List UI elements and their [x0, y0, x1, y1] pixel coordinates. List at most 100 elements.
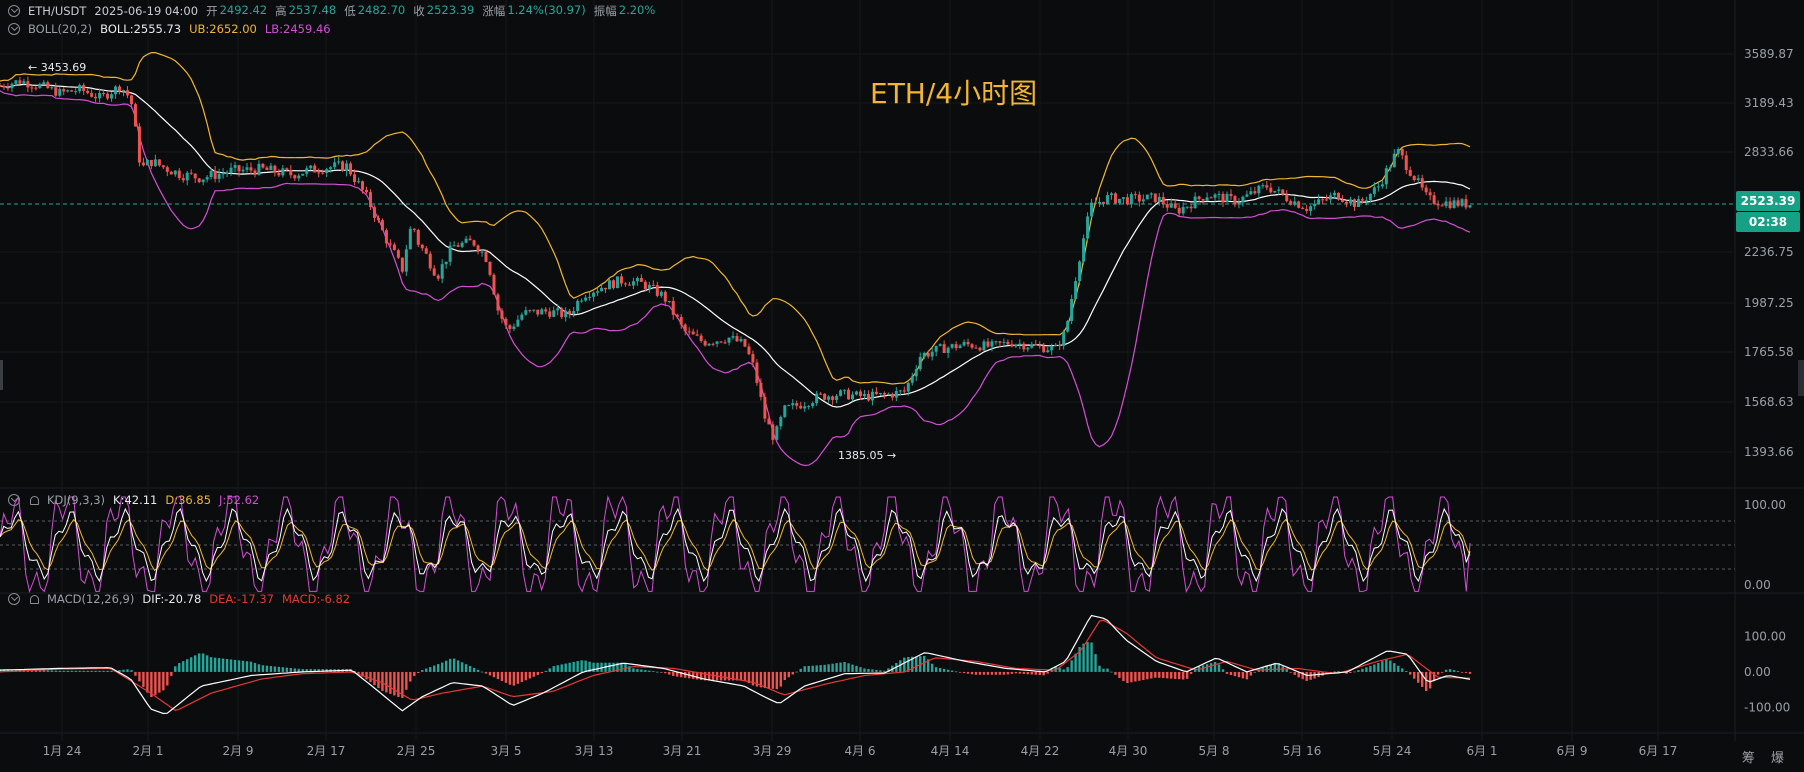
boll-name[interactable]: BOLL(20,2)	[28, 22, 92, 36]
macd-histogram-bar	[795, 671, 798, 673]
candle-body	[532, 309, 536, 311]
macd-histogram-bar	[405, 671, 408, 690]
candle-body	[114, 86, 118, 95]
candle-body	[775, 426, 779, 440]
candle-body	[1321, 199, 1325, 201]
candle-body	[516, 319, 520, 327]
macd-histogram-bar	[1233, 671, 1237, 677]
macd-histogram-bar	[297, 668, 300, 672]
candle-body	[584, 297, 588, 301]
candle-body	[285, 168, 289, 170]
candle-body	[950, 344, 954, 348]
candle-body	[1193, 196, 1197, 209]
boll-ub: UB:2652.00	[189, 22, 257, 36]
candle-body	[858, 391, 862, 397]
candle-body	[440, 264, 444, 279]
candle-body	[309, 165, 313, 169]
x-tick-label: 2月 25	[397, 744, 436, 758]
candle-body	[86, 90, 90, 94]
macd-histogram-bar	[1448, 669, 1452, 672]
candle-body	[1229, 193, 1233, 197]
candle-body	[1249, 191, 1253, 195]
macd-histogram-bar	[1094, 654, 1097, 672]
macd-histogram-bar	[779, 671, 783, 687]
kdj-tick-label: 100.00	[1744, 498, 1786, 512]
candle-body	[1273, 190, 1277, 193]
candle-body	[695, 334, 699, 336]
candle-body	[317, 172, 321, 174]
macd-histogram-bar	[1381, 661, 1384, 672]
candle-body	[305, 168, 309, 174]
macd-histogram-bar	[281, 667, 285, 672]
x-tick-label: 2月 1	[132, 744, 163, 758]
macd-histogram-bar	[62, 670, 65, 672]
candle-body	[2, 85, 6, 88]
candle-body	[902, 390, 906, 392]
macd-histogram-bar	[1217, 664, 1221, 672]
kline-chart[interactable]: 100.00 0.00 100.00 0.00 -100.00 1月 24 2月 1 2月…	[0, 0, 1804, 772]
macd-histogram-bar	[373, 671, 376, 686]
candle-body	[520, 314, 524, 320]
macd-histogram-bar	[946, 669, 950, 672]
candle-body	[121, 90, 125, 92]
macd-histogram-bar	[783, 671, 786, 681]
kdj-name[interactable]: KDJ(9,3,3)	[47, 493, 105, 507]
candle-body	[1054, 345, 1058, 347]
x-tick-label: 3月 5	[490, 744, 521, 758]
macd-histogram-bar	[1018, 671, 1022, 674]
macd-histogram-bar	[488, 671, 492, 676]
chevron-down-icon[interactable]	[8, 593, 20, 605]
left-collapse-handle[interactable]	[0, 360, 3, 390]
chevron-down-icon[interactable]	[8, 5, 20, 17]
candle-body	[34, 87, 38, 89]
candle-body	[197, 178, 201, 183]
candle-body	[1400, 149, 1404, 156]
candle-body	[1038, 345, 1042, 347]
candle-body	[998, 341, 1002, 343]
candle-body	[1420, 178, 1424, 188]
candle-body	[874, 391, 878, 395]
candle-body	[679, 316, 683, 325]
macd-histogram-bar	[851, 664, 854, 672]
candle-body	[1412, 175, 1416, 181]
candle-body	[703, 341, 707, 346]
candle-body	[1364, 200, 1368, 202]
right-collapse-handle[interactable]	[1798, 360, 1804, 396]
low-value: 2482.70	[357, 3, 406, 17]
chevron-down-icon[interactable]	[8, 494, 20, 506]
macd-histogram-bar	[986, 671, 990, 675]
candle-body	[1149, 193, 1153, 195]
candle-body	[221, 173, 225, 175]
alert-bell-icon[interactable]	[30, 495, 39, 505]
macd-histogram-bar	[221, 658, 225, 672]
macd-histogram-bar	[958, 671, 962, 673]
macd-histogram-bar	[835, 663, 838, 672]
candle-body	[946, 347, 950, 354]
macd-histogram-bar	[544, 670, 547, 672]
candle-body	[82, 85, 86, 91]
close-value: 2523.39	[426, 3, 475, 17]
chevron-down-icon[interactable]	[8, 23, 20, 35]
candle-body	[42, 82, 46, 84]
candle-body	[0, 85, 2, 87]
macd-name[interactable]: MACD(12,26,9)	[47, 592, 134, 606]
macd-histogram-bar	[1424, 671, 1428, 692]
candle-body	[265, 167, 269, 170]
alert-bell-icon[interactable]	[30, 594, 39, 604]
macd-histogram-bar	[1034, 671, 1037, 675]
macd-histogram-bar	[1285, 669, 1288, 672]
macd-histogram-bar	[707, 671, 711, 681]
candle-body	[564, 310, 568, 318]
candle-body	[1392, 153, 1396, 168]
candle-body	[169, 171, 173, 175]
macd-histogram-bar	[389, 671, 392, 694]
candle-body	[548, 311, 552, 317]
candle-body	[647, 284, 651, 290]
macd-histogram-bar	[540, 671, 543, 674]
candle-body	[990, 341, 994, 347]
macd-histogram-bar	[146, 671, 149, 693]
macd-histogram-bar	[1038, 671, 1041, 676]
macd-histogram-bar	[1213, 661, 1217, 672]
macd-histogram-bar	[879, 670, 882, 672]
toolbar-bottom-right[interactable]: 筹 爆	[1742, 747, 1790, 766]
